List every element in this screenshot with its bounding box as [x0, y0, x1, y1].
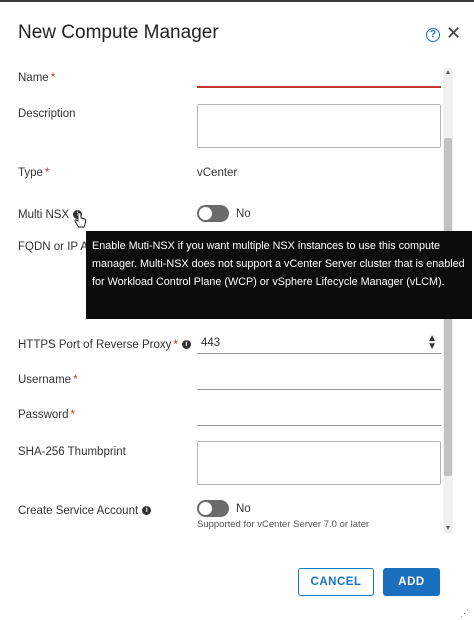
https-port-label: HTTPS Port of Reverse Proxy * i	[18, 339, 191, 351]
service-account-toggle[interactable]	[197, 500, 229, 517]
close-icon[interactable]: ✕	[446, 24, 461, 42]
required-marker: *	[173, 339, 178, 351]
username-input[interactable]	[197, 370, 441, 390]
service-account-helper-text: Supported for vCenter Server 7.0 or late…	[197, 519, 370, 530]
service-account-label: Create Service Account i	[18, 505, 152, 517]
https-port-input[interactable]: 443 ▲ ▼	[197, 334, 441, 354]
description-label: Description	[18, 108, 76, 120]
type-label: Type *	[18, 167, 50, 179]
password-label: Password *	[18, 409, 75, 421]
required-marker: *	[44, 167, 50, 179]
required-marker: *	[73, 374, 78, 386]
dialog-title: New Compute Manager	[18, 22, 219, 43]
add-button[interactable]: ADD	[383, 568, 440, 596]
required-marker: *	[70, 409, 75, 421]
scroll-up-icon[interactable]: ▲	[443, 68, 453, 78]
window-top-border	[0, 0, 474, 2]
multi-nsx-toggle[interactable]	[197, 205, 229, 222]
resize-grip-icon[interactable]: ⋰	[460, 608, 469, 619]
scroll-down-icon[interactable]: ▼	[443, 524, 453, 534]
password-input[interactable]	[197, 406, 441, 426]
name-label: Name *	[18, 72, 56, 84]
multi-nsx-tooltip: Enable Muti-NSX if you want multiple NSX…	[86, 231, 472, 319]
cancel-button[interactable]: CANCEL	[298, 568, 374, 596]
service-account-toggle-label: No	[236, 503, 251, 515]
https-port-value: 443	[201, 337, 221, 349]
type-value: vCenter	[197, 167, 238, 179]
help-icon[interactable]: ?	[426, 28, 440, 42]
info-icon[interactable]: i	[142, 506, 152, 516]
username-label: Username *	[18, 374, 78, 386]
required-marker: *	[50, 72, 56, 84]
hand-cursor-icon	[74, 212, 86, 228]
multi-nsx-toggle-label: No	[236, 208, 251, 220]
name-input[interactable]	[197, 68, 441, 88]
description-textarea[interactable]	[197, 104, 441, 148]
thumbprint-textarea[interactable]	[197, 441, 441, 485]
spinner-arrows-icon[interactable]: ▲ ▼	[427, 334, 437, 352]
info-icon[interactable]: i	[181, 340, 191, 350]
fqdn-label: FQDN or IP A	[18, 241, 89, 253]
thumbprint-label: SHA-256 Thumbprint	[18, 446, 126, 458]
